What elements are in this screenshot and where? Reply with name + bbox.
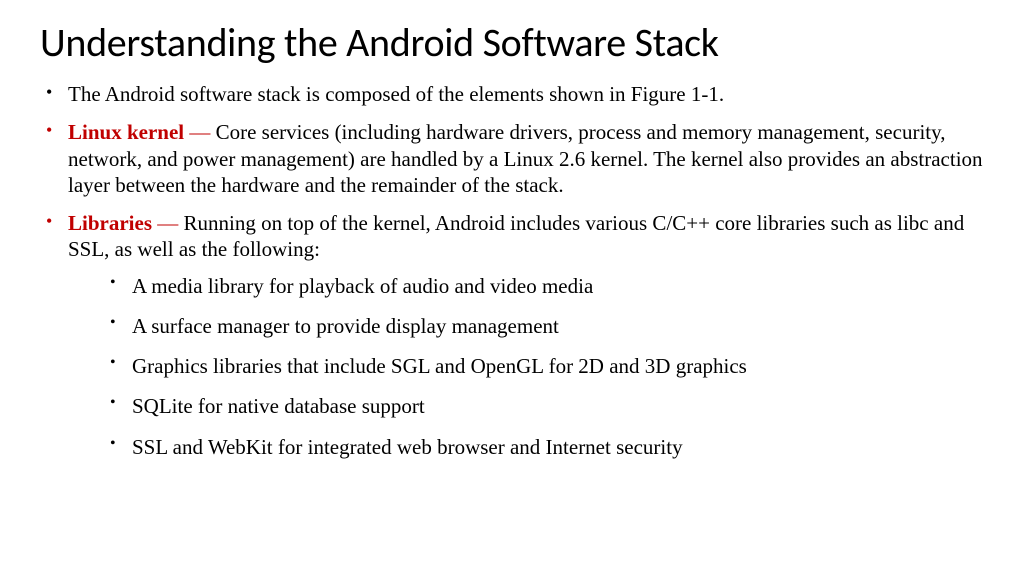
- sub-bullet-sqlite: SQLite for native database support: [68, 393, 984, 419]
- bullet-intro-text: The Android software stack is composed o…: [68, 82, 724, 106]
- sub-bullet-graphics: Graphics libraries that include SGL and …: [68, 353, 984, 379]
- libs-desc: Running on top of the kernel, Android in…: [68, 211, 964, 261]
- sub-bullet-surface: A surface manager to provide display man…: [68, 313, 984, 339]
- kernel-dash: —: [184, 120, 216, 144]
- slide-title: Understanding the Android Software Stack: [40, 18, 984, 67]
- main-bullet-list: The Android software stack is composed o…: [40, 81, 984, 460]
- bullet-intro: The Android software stack is composed o…: [40, 81, 984, 107]
- bullet-kernel: Linux kernel — Core services (including …: [40, 119, 984, 198]
- kernel-term: Linux kernel: [68, 120, 184, 144]
- sub-bullet-ssl: SSL and WebKit for integrated web browse…: [68, 434, 984, 460]
- libs-term: Libraries: [68, 211, 152, 235]
- libs-dash: —: [152, 211, 184, 235]
- bullet-libraries: Libraries — Running on top of the kernel…: [40, 210, 984, 460]
- sub-bullet-media: A media library for playback of audio an…: [68, 273, 984, 299]
- sub-bullet-list: A media library for playback of audio an…: [68, 273, 984, 460]
